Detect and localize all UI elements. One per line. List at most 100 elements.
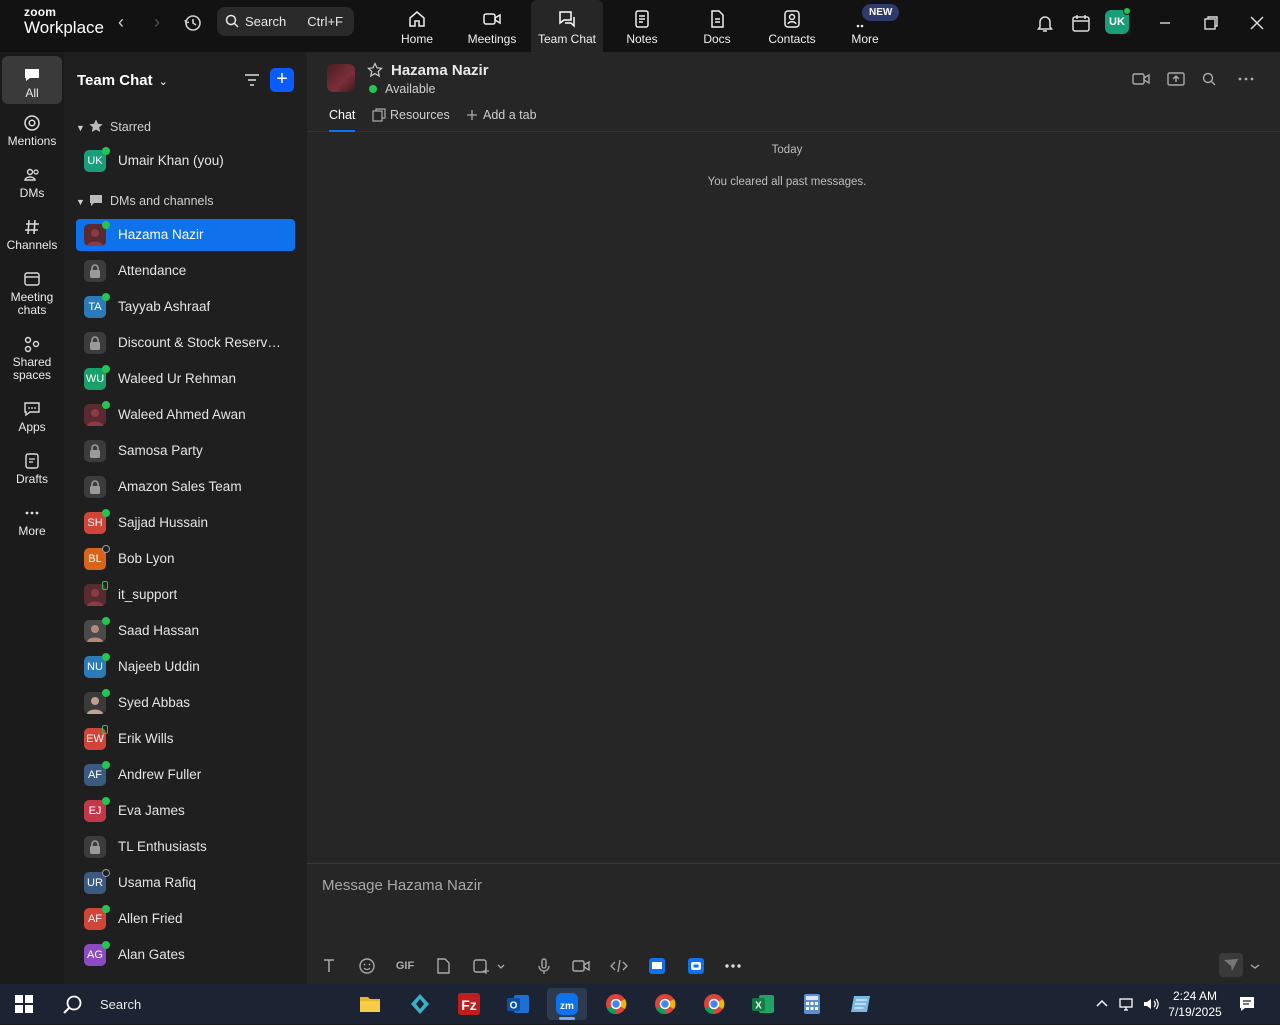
search-box[interactable]: Search Ctrl+F — [217, 7, 354, 36]
conversation-row[interactable]: AG Alan Gates — [76, 939, 295, 971]
conversation-row[interactable]: BL Bob Lyon — [76, 543, 295, 575]
conversation-row[interactable]: Waleed Ahmed Awan — [76, 399, 295, 431]
conversation-row[interactable]: Hazama Nazir — [76, 219, 295, 251]
tab-add[interactable]: Add a tab — [465, 108, 537, 132]
chevron-up-icon[interactable] — [1095, 997, 1109, 1011]
tab-chat[interactable]: Chat — [329, 108, 356, 132]
file-icon[interactable] — [433, 957, 453, 975]
microphone-icon[interactable] — [534, 957, 554, 975]
share-screen-icon[interactable] — [1167, 71, 1185, 87]
conversation-row[interactable]: Syed Abbas — [76, 687, 295, 719]
conversation-row[interactable]: TL Enthusiasts — [76, 831, 295, 863]
video-call-icon[interactable] — [1132, 71, 1150, 87]
windows-start-icon[interactable] — [15, 995, 33, 1013]
rail-more[interactable]: More — [2, 504, 62, 538]
conversation-row[interactable]: UR Usama Rafiq — [76, 867, 295, 899]
chrome-profile-icon[interactable] — [645, 988, 685, 1020]
zoom-app-icon[interactable] — [686, 957, 706, 975]
conversation-row[interactable]: UK Umair Khan (you) — [76, 145, 295, 177]
network-icon[interactable] — [1118, 996, 1136, 1012]
conversation-row[interactable]: Amazon Sales Team — [76, 471, 295, 503]
notepad-icon[interactable] — [841, 988, 881, 1020]
file-explorer-icon[interactable] — [350, 988, 390, 1020]
rail-dms[interactable]: DMs — [2, 166, 62, 200]
nav-team-chat[interactable]: Team Chat — [531, 0, 603, 52]
volume-icon[interactable] — [1142, 996, 1160, 1012]
outlook-icon[interactable]: O — [498, 988, 538, 1020]
screenshot-icon[interactable] — [471, 957, 491, 975]
chevron-down-icon: ⌄ — [158, 76, 168, 88]
rail-all[interactable]: All — [2, 56, 62, 104]
contacts-icon — [784, 10, 800, 28]
taskbar-clock[interactable]: 2:24 AM 7/19/2025 — [1166, 988, 1224, 1020]
rail-apps[interactable]: Apps — [2, 400, 62, 434]
chevron-down-icon[interactable] — [495, 957, 507, 975]
taskbar-search[interactable]: Search — [54, 988, 344, 1020]
starred-section-header[interactable]: ▼ Starred — [76, 118, 151, 138]
star-outline-icon[interactable] — [367, 62, 383, 78]
conversation-row[interactable]: NU Najeeb Uddin — [76, 651, 295, 683]
conversation-row[interactable]: Samosa Party — [76, 435, 295, 467]
search-icon[interactable] — [1201, 71, 1217, 87]
hash-icon — [25, 219, 39, 235]
whiteboard-app-icon[interactable] — [647, 957, 667, 975]
dms-section-header[interactable]: ▼ DMs and channels — [76, 192, 214, 212]
app-diamond-icon[interactable] — [400, 988, 440, 1020]
contact-name[interactable]: Hazama Nazir — [391, 62, 489, 79]
conversation-row[interactable]: Attendance — [76, 255, 295, 287]
shared-spaces-icon — [24, 336, 40, 353]
contact-avatar[interactable] — [327, 64, 355, 92]
conversation-row[interactable]: SH Sajjad Hussain — [76, 507, 295, 539]
rail-shared-spaces[interactable]: Shared spaces — [2, 335, 62, 382]
conversation-row[interactable]: WU Waleed Ur Rehman — [76, 363, 295, 395]
close-icon[interactable] — [1246, 12, 1268, 34]
format-text-icon[interactable] — [319, 957, 339, 975]
more-tools-icon[interactable] — [723, 957, 743, 975]
excel-icon[interactable]: X — [743, 988, 783, 1020]
conversation-row[interactable]: AF Allen Fried — [76, 903, 295, 935]
nav-home[interactable]: Home — [381, 0, 453, 52]
gif-button[interactable]: GIF — [394, 957, 416, 975]
notification-center-icon[interactable] — [1238, 995, 1256, 1013]
filter-icon[interactable] — [243, 71, 261, 89]
emoji-icon[interactable] — [357, 957, 377, 975]
restore-icon[interactable] — [1200, 12, 1222, 34]
nav-docs[interactable]: Docs — [681, 0, 753, 52]
new-chat-button[interactable]: + — [270, 68, 294, 92]
calendar-icon[interactable] — [1070, 12, 1092, 34]
code-icon[interactable] — [609, 957, 629, 975]
conversation-row[interactable]: TA Tayyab Ashraaf — [76, 291, 295, 323]
bell-icon[interactable] — [1034, 12, 1056, 34]
nav-contacts[interactable]: Contacts — [756, 0, 828, 52]
history-icon[interactable] — [182, 12, 204, 34]
chrome-icon[interactable] — [596, 988, 636, 1020]
chevron-down-icon[interactable] — [1248, 957, 1262, 975]
conversation-row[interactable]: it_support — [76, 579, 295, 611]
zoom-taskbar-icon[interactable]: zm — [547, 988, 587, 1020]
nav-meetings[interactable]: Meetings — [456, 0, 528, 52]
message-input[interactable] — [322, 874, 1222, 896]
video-message-icon[interactable] — [571, 957, 591, 975]
rail-mentions[interactable]: Mentions — [2, 114, 62, 148]
conversation-row[interactable]: Discount & Stock Reservati... — [76, 327, 295, 359]
rail-meeting-chats[interactable]: Meeting chats — [2, 270, 62, 317]
conversation-row[interactable]: EJ Eva James — [76, 795, 295, 827]
rail-drafts[interactable]: Drafts — [2, 452, 62, 486]
nav-notes[interactable]: Notes — [606, 0, 678, 52]
minimize-icon[interactable] — [1154, 12, 1176, 34]
rail-channels[interactable]: Channels — [2, 218, 62, 252]
forward-arrow-icon[interactable]: › — [147, 12, 167, 32]
filezilla-icon[interactable]: Fz — [449, 988, 489, 1020]
calculator-icon[interactable] — [792, 988, 832, 1020]
send-button[interactable] — [1219, 953, 1243, 977]
chrome-profile-icon[interactable] — [694, 988, 734, 1020]
conversation-row[interactable]: AF Andrew Fuller — [76, 759, 295, 791]
sidebar-title[interactable]: Team Chat ⌄ — [77, 72, 168, 89]
tab-resources[interactable]: Resources — [372, 108, 450, 132]
conversation-row[interactable]: EW Erik Wills — [76, 723, 295, 755]
back-arrow-icon[interactable]: ‹ — [111, 12, 131, 32]
conversation-name: Waleed Ur Rehman — [118, 371, 237, 386]
more-options-icon[interactable] — [1237, 71, 1255, 87]
conversation-row[interactable]: Saad Hassan — [76, 615, 295, 647]
lock-icon — [90, 840, 100, 854]
